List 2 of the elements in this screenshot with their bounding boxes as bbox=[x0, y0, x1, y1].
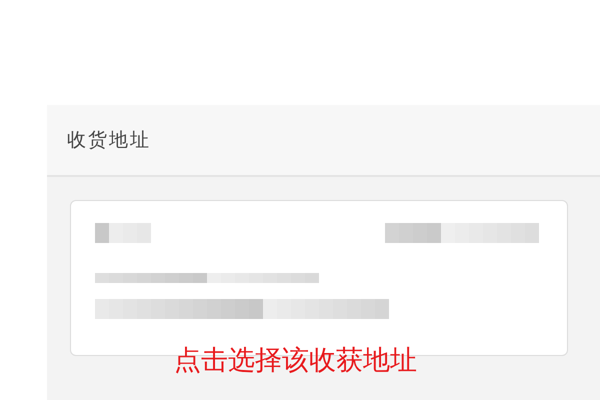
panel-title: 收货地址 bbox=[67, 128, 151, 153]
annotation-text: 点击选择该收获地址 bbox=[174, 344, 417, 378]
